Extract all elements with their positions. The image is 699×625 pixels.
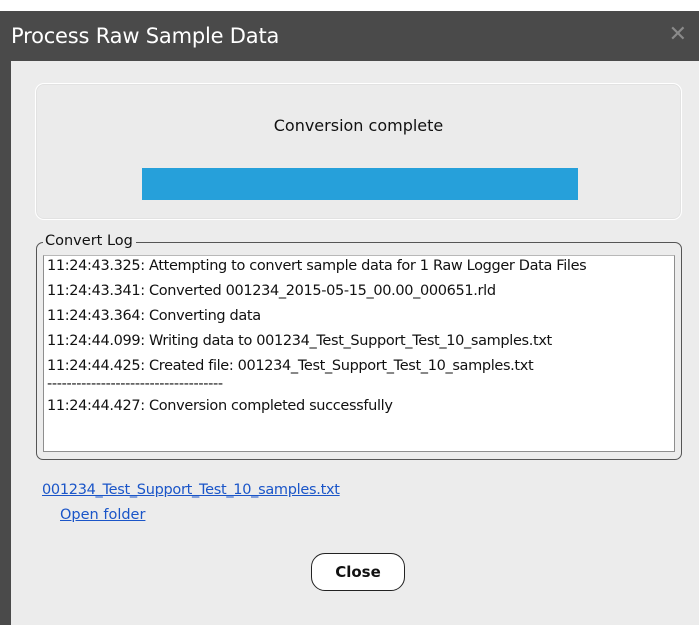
progress-bar — [142, 168, 578, 200]
background-window-strip — [0, 0, 699, 11]
log-line: 11:24:44.427: Conversion completed succe… — [47, 398, 393, 414]
convert-log-label: Convert Log — [43, 233, 136, 249]
convert-log-textbox[interactable]: 11:24:43.325: Attempting to convert samp… — [43, 255, 675, 452]
log-separator: ------------------------------------ — [47, 376, 223, 392]
log-line: 11:24:43.325: Attempting to convert samp… — [47, 258, 587, 274]
log-line: 11:24:44.099: Writing data to 001234_Tes… — [47, 333, 552, 349]
output-file-link[interactable]: 001234_Test_Support_Test_10_samples.txt — [42, 482, 340, 498]
close-icon[interactable]: ✕ — [669, 24, 687, 46]
log-line: 11:24:44.425: Created file: 001234_Test_… — [47, 358, 534, 374]
dialog-title: Process Raw Sample Data — [11, 24, 280, 48]
progress-bar-fill — [142, 168, 578, 200]
log-line: 11:24:43.364: Converting data — [47, 308, 261, 324]
status-text: Conversion complete — [273, 116, 444, 135]
dialog-body: Conversion complete Convert Log 11:24:43… — [11, 61, 699, 625]
title-bar[interactable]: Process Raw Sample Data ✕ — [0, 11, 699, 61]
process-dialog: Process Raw Sample Data ✕ Conversion com… — [0, 11, 699, 625]
log-line: 11:24:43.341: Converted 001234_2015-05-1… — [47, 283, 496, 299]
close-button[interactable]: Close — [311, 553, 405, 591]
open-folder-link[interactable]: Open folder — [60, 507, 145, 523]
convert-log-group: Convert Log 11:24:43.325: Attempting to … — [36, 233, 682, 460]
status-panel: Conversion complete — [35, 83, 682, 220]
